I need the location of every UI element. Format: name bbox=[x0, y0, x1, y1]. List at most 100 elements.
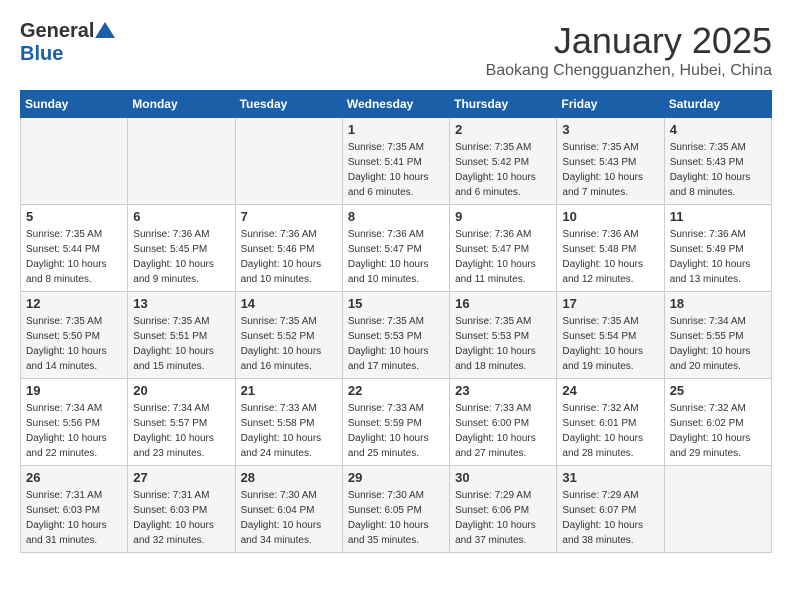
day-number: 10 bbox=[562, 209, 658, 224]
calendar-cell: 6 Sunrise: 7:36 AM Sunset: 5:45 PM Daylig… bbox=[128, 205, 235, 292]
day-info: Sunrise: 7:33 AM Sunset: 5:58 PM Dayligh… bbox=[241, 401, 337, 461]
logo: General Blue bbox=[20, 20, 115, 66]
day-info: Sunrise: 7:29 AM Sunset: 6:07 PM Dayligh… bbox=[562, 488, 658, 548]
calendar-cell: 4 Sunrise: 7:35 AM Sunset: 5:43 PM Daylig… bbox=[664, 118, 771, 205]
day-number: 25 bbox=[670, 383, 766, 398]
day-number: 7 bbox=[241, 209, 337, 224]
day-info: Sunrise: 7:34 AM Sunset: 5:57 PM Dayligh… bbox=[133, 401, 229, 461]
calendar-table: SundayMondayTuesdayWednesdayThursdayFrid… bbox=[20, 90, 772, 553]
day-number: 21 bbox=[241, 383, 337, 398]
day-info: Sunrise: 7:33 AM Sunset: 5:59 PM Dayligh… bbox=[348, 401, 444, 461]
day-info: Sunrise: 7:35 AM Sunset: 5:43 PM Dayligh… bbox=[562, 140, 658, 200]
day-info: Sunrise: 7:36 AM Sunset: 5:47 PM Dayligh… bbox=[455, 227, 551, 287]
calendar-cell: 8 Sunrise: 7:36 AM Sunset: 5:47 PM Daylig… bbox=[342, 205, 449, 292]
day-info: Sunrise: 7:35 AM Sunset: 5:43 PM Dayligh… bbox=[670, 140, 766, 200]
calendar-cell: 7 Sunrise: 7:36 AM Sunset: 5:46 PM Daylig… bbox=[235, 205, 342, 292]
calendar-cell: 17 Sunrise: 7:35 AM Sunset: 5:54 PM Dayli… bbox=[557, 292, 664, 379]
day-header-monday: Monday bbox=[128, 91, 235, 118]
calendar-cell bbox=[21, 118, 128, 205]
day-info: Sunrise: 7:30 AM Sunset: 6:04 PM Dayligh… bbox=[241, 488, 337, 548]
logo-blue-text: Blue bbox=[20, 43, 63, 66]
calendar-cell bbox=[128, 118, 235, 205]
day-info: Sunrise: 7:31 AM Sunset: 6:03 PM Dayligh… bbox=[133, 488, 229, 548]
page-header: General Blue January 2025 Baokang Chengg… bbox=[20, 20, 772, 80]
day-info: Sunrise: 7:35 AM Sunset: 5:53 PM Dayligh… bbox=[455, 314, 551, 374]
calendar-cell: 16 Sunrise: 7:35 AM Sunset: 5:53 PM Dayli… bbox=[450, 292, 557, 379]
day-number: 19 bbox=[26, 383, 122, 398]
calendar-week-1: 1Sunrise: 7:35 AM Sunset: 5:41 PM Daylig… bbox=[21, 118, 772, 205]
day-number: 27 bbox=[133, 470, 229, 485]
day-number: 12 bbox=[26, 296, 122, 311]
day-header-sunday: Sunday bbox=[21, 91, 128, 118]
day-header-tuesday: Tuesday bbox=[235, 91, 342, 118]
day-info: Sunrise: 7:32 AM Sunset: 6:02 PM Dayligh… bbox=[670, 401, 766, 461]
calendar-cell: 14Sunrise: 7:35 AM Sunset: 5:52 PM Dayli… bbox=[235, 292, 342, 379]
day-info: Sunrise: 7:33 AM Sunset: 6:00 PM Dayligh… bbox=[455, 401, 551, 461]
day-info: Sunrise: 7:29 AM Sunset: 6:06 PM Dayligh… bbox=[455, 488, 551, 548]
calendar-cell: 10 Sunrise: 7:36 AM Sunset: 5:48 PM Dayli… bbox=[557, 205, 664, 292]
day-number: 4 bbox=[670, 122, 766, 137]
day-number: 22 bbox=[348, 383, 444, 398]
day-number: 31 bbox=[562, 470, 658, 485]
day-info: Sunrise: 7:35 AM Sunset: 5:50 PM Dayligh… bbox=[26, 314, 122, 374]
logo-icon bbox=[95, 20, 115, 40]
calendar-title: January 2025 bbox=[486, 20, 772, 62]
day-number: 11 bbox=[670, 209, 766, 224]
calendar-cell: 25 Sunrise: 7:32 AM Sunset: 6:02 PM Dayli… bbox=[664, 379, 771, 466]
day-header-friday: Friday bbox=[557, 91, 664, 118]
day-number: 15 bbox=[348, 296, 444, 311]
calendar-week-5: 26 Sunrise: 7:31 AM Sunset: 6:03 PM Dayli… bbox=[21, 466, 772, 553]
day-number: 16 bbox=[455, 296, 551, 311]
day-number: 28 bbox=[241, 470, 337, 485]
calendar-cell bbox=[664, 466, 771, 553]
calendar-cell: 2Sunrise: 7:35 AM Sunset: 5:42 PM Daylig… bbox=[450, 118, 557, 205]
day-header-saturday: Saturday bbox=[664, 91, 771, 118]
day-number: 6 bbox=[133, 209, 229, 224]
day-info: Sunrise: 7:35 AM Sunset: 5:44 PM Dayligh… bbox=[26, 227, 122, 287]
title-block: January 2025 Baokang Chengguanzhen, Hube… bbox=[486, 20, 772, 80]
calendar-cell: 31 Sunrise: 7:29 AM Sunset: 6:07 PM Dayli… bbox=[557, 466, 664, 553]
day-info: Sunrise: 7:36 AM Sunset: 5:45 PM Dayligh… bbox=[133, 227, 229, 287]
day-number: 20 bbox=[133, 383, 229, 398]
day-header-wednesday: Wednesday bbox=[342, 91, 449, 118]
calendar-cell: 5 Sunrise: 7:35 AM Sunset: 5:44 PM Daylig… bbox=[21, 205, 128, 292]
calendar-cell: 23 Sunrise: 7:33 AM Sunset: 6:00 PM Dayli… bbox=[450, 379, 557, 466]
day-number: 24 bbox=[562, 383, 658, 398]
calendar-cell: 1Sunrise: 7:35 AM Sunset: 5:41 PM Daylig… bbox=[342, 118, 449, 205]
day-number: 5 bbox=[26, 209, 122, 224]
day-info: Sunrise: 7:35 AM Sunset: 5:53 PM Dayligh… bbox=[348, 314, 444, 374]
day-info: Sunrise: 7:30 AM Sunset: 6:05 PM Dayligh… bbox=[348, 488, 444, 548]
calendar-cell: 26 Sunrise: 7:31 AM Sunset: 6:03 PM Dayli… bbox=[21, 466, 128, 553]
calendar-cell: 18Sunrise: 7:34 AM Sunset: 5:55 PM Dayli… bbox=[664, 292, 771, 379]
calendar-cell: 19 Sunrise: 7:34 AM Sunset: 5:56 PM Dayli… bbox=[21, 379, 128, 466]
day-number: 23 bbox=[455, 383, 551, 398]
day-number: 14 bbox=[241, 296, 337, 311]
day-header-thursday: Thursday bbox=[450, 91, 557, 118]
day-info: Sunrise: 7:34 AM Sunset: 5:55 PM Dayligh… bbox=[670, 314, 766, 374]
day-info: Sunrise: 7:34 AM Sunset: 5:56 PM Dayligh… bbox=[26, 401, 122, 461]
calendar-cell: 11Sunrise: 7:36 AM Sunset: 5:49 PM Dayli… bbox=[664, 205, 771, 292]
day-info: Sunrise: 7:36 AM Sunset: 5:47 PM Dayligh… bbox=[348, 227, 444, 287]
day-number: 17 bbox=[562, 296, 658, 311]
day-info: Sunrise: 7:32 AM Sunset: 6:01 PM Dayligh… bbox=[562, 401, 658, 461]
day-info: Sunrise: 7:35 AM Sunset: 5:51 PM Dayligh… bbox=[133, 314, 229, 374]
day-number: 26 bbox=[26, 470, 122, 485]
calendar-cell bbox=[235, 118, 342, 205]
calendar-header-row: SundayMondayTuesdayWednesdayThursdayFrid… bbox=[21, 91, 772, 118]
day-info: Sunrise: 7:31 AM Sunset: 6:03 PM Dayligh… bbox=[26, 488, 122, 548]
calendar-cell: 27 Sunrise: 7:31 AM Sunset: 6:03 PM Dayli… bbox=[128, 466, 235, 553]
calendar-cell: 3Sunrise: 7:35 AM Sunset: 5:43 PM Daylig… bbox=[557, 118, 664, 205]
calendar-cell: 24 Sunrise: 7:32 AM Sunset: 6:01 PM Dayli… bbox=[557, 379, 664, 466]
calendar-cell: 22 Sunrise: 7:33 AM Sunset: 5:59 PM Dayli… bbox=[342, 379, 449, 466]
calendar-cell: 20 Sunrise: 7:34 AM Sunset: 5:57 PM Dayli… bbox=[128, 379, 235, 466]
calendar-cell: 30Sunrise: 7:29 AM Sunset: 6:06 PM Dayli… bbox=[450, 466, 557, 553]
day-info: Sunrise: 7:36 AM Sunset: 5:48 PM Dayligh… bbox=[562, 227, 658, 287]
calendar-week-2: 5 Sunrise: 7:35 AM Sunset: 5:44 PM Daylig… bbox=[21, 205, 772, 292]
day-info: Sunrise: 7:36 AM Sunset: 5:46 PM Dayligh… bbox=[241, 227, 337, 287]
day-info: Sunrise: 7:35 AM Sunset: 5:54 PM Dayligh… bbox=[562, 314, 658, 374]
calendar-week-3: 12 Sunrise: 7:35 AM Sunset: 5:50 PM Dayli… bbox=[21, 292, 772, 379]
calendar-week-4: 19 Sunrise: 7:34 AM Sunset: 5:56 PM Dayli… bbox=[21, 379, 772, 466]
day-number: 8 bbox=[348, 209, 444, 224]
day-number: 13 bbox=[133, 296, 229, 311]
calendar-cell: 15 Sunrise: 7:35 AM Sunset: 5:53 PM Dayli… bbox=[342, 292, 449, 379]
